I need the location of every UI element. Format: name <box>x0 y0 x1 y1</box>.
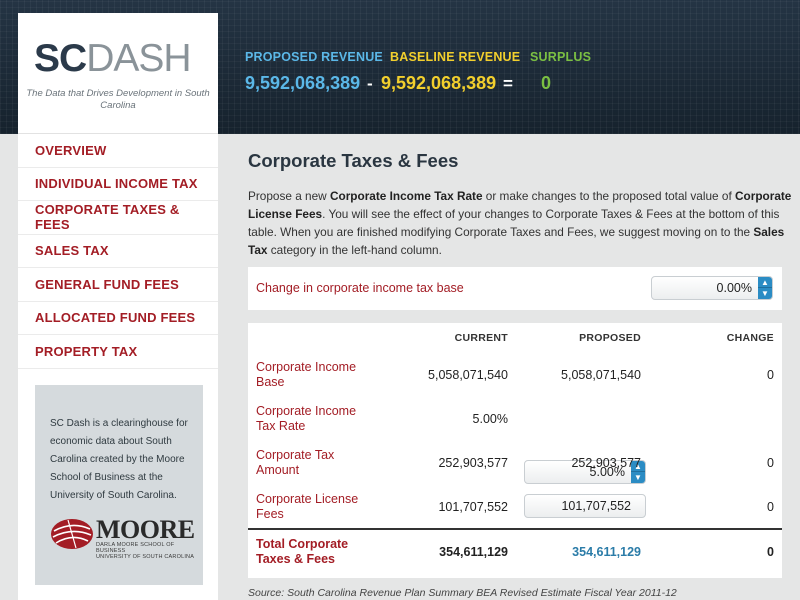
intro-paragraph: Propose a new Corporate Income Tax Rate … <box>248 187 793 259</box>
tax-base-change-stepper[interactable]: 0.00% ▲ ▼ <box>651 276 773 300</box>
surplus-label: SURPLUS <box>530 50 592 64</box>
row-proposed: 252,903,577 <box>571 456 641 470</box>
row-name: Corporate Income Tax Rate <box>256 404 357 433</box>
nav-item-property-tax[interactable]: PROPERTY TAX <box>18 335 218 369</box>
col-header-change: CHANGE <box>726 332 774 344</box>
row-current: 5.00% <box>472 412 508 426</box>
baseline-revenue-label: BASELINE REVENUE <box>390 50 521 64</box>
total-proposed: 354,611,129 <box>572 545 641 559</box>
row-name: Corporate Income Base <box>256 360 357 389</box>
tax-base-change-value: 0.00% <box>716 281 752 295</box>
nav-item-corporate-taxes-fees[interactable]: CORPORATE TAXES & FEES <box>18 201 218 235</box>
total-row: Total Corporate Taxes & Fees 354,611,129… <box>248 537 782 581</box>
logo-tagline: The Data that Drives Development in Sout… <box>26 88 210 111</box>
intro-text-4: category in the left-hand column. <box>267 243 442 257</box>
logo-sc-text: SC <box>34 37 87 80</box>
stepper-up-icon[interactable]: ▲ <box>758 277 772 288</box>
total-change: 0 <box>767 545 774 559</box>
license-fees-input[interactable]: 101,707,552 <box>524 494 646 518</box>
nav-item-sales-tax[interactable]: SALES TAX <box>18 235 218 268</box>
row-proposed: 5,058,071,540 <box>561 368 641 382</box>
table-row: Corporate Income Base 5,058,071,540 5,05… <box>248 360 782 404</box>
source-note: Source: South Carolina Revenue Plan Summ… <box>248 587 677 599</box>
table-row: Corporate Tax Amount 252,903,577 252,903… <box>248 448 782 492</box>
moore-sub-line-1: DARLA MOORE SCHOOL OF BUSINESS <box>96 542 175 554</box>
total-current: 354,611,129 <box>439 545 508 559</box>
moore-word: MOORE <box>96 515 195 544</box>
tax-base-panel: Change in corporate income tax base 0.00… <box>248 267 782 310</box>
row-name: Corporate Tax Amount <box>256 448 335 477</box>
intro-text-3: . You will see the effect of your change… <box>248 207 780 239</box>
row-current: 252,903,577 <box>438 456 508 470</box>
intro-text-2: or make changes to the proposed total va… <box>482 189 735 203</box>
intro-text-1: Propose a new <box>248 189 330 203</box>
sidebar-nav: OVERVIEW INDIVIDUAL INCOME TAX CORPORATE… <box>18 134 218 369</box>
page-title: Corporate Taxes & Fees <box>248 150 459 171</box>
moore-sub-line-2: UNIVERSITY OF SOUTH CAROLINA <box>96 554 195 560</box>
baseline-revenue-value: 9,592,068,389 <box>381 73 497 93</box>
moore-school-logo[interactable]: MOORE DARLA MOORE SCHOOL OF BUSINESS UNI… <box>50 515 195 560</box>
proposed-revenue-label: PROPOSED REVENUE <box>245 50 383 64</box>
moore-subtext: DARLA MOORE SCHOOL OF BUSINESS UNIVERSIT… <box>96 542 195 560</box>
tax-base-change-label: Change in corporate income tax base <box>256 281 464 295</box>
nav-item-individual-income-tax[interactable]: INDIVIDUAL INCOME TAX <box>18 168 218 201</box>
table-row: Corporate Income Tax Rate 5.00% <box>248 404 782 448</box>
revenue-totals: PROPOSED REVENUE BASELINE REVENUE SURPLU… <box>245 50 591 94</box>
minus-operator: - <box>367 73 373 93</box>
stepper-arrows: ▲ ▼ <box>758 277 772 299</box>
total-name: Total Corporate Taxes & Fees <box>256 537 349 566</box>
col-header-proposed: PROPOSED <box>579 332 641 344</box>
row-change: 0 <box>767 456 774 470</box>
sidebar: SCDASH The Data that Drives Development … <box>18 13 218 600</box>
nav-item-overview[interactable]: OVERVIEW <box>18 134 218 168</box>
nav-item-general-fund-fees[interactable]: GENERAL FUND FEES <box>18 268 218 302</box>
nav-item-allocated-fund-fees[interactable]: ALLOCATED FUND FEES <box>18 302 218 335</box>
info-box: SC Dash is a clearinghouse for economic … <box>35 385 203 585</box>
scdash-logo[interactable]: SCDASH <box>34 37 192 80</box>
license-fees-proposed-value: 101,707,552 <box>561 499 631 513</box>
stepper-down-icon[interactable]: ▼ <box>758 288 772 299</box>
total-divider <box>248 528 782 530</box>
proposed-revenue-value: 9,592,068,389 <box>245 73 361 93</box>
equals-operator: = <box>503 73 513 93</box>
logo-dash-text: DASH <box>86 37 191 80</box>
moore-globe-icon <box>51 519 93 549</box>
intro-bold-1: Corporate Income Tax Rate <box>329 189 483 203</box>
corporate-tax-table: CURRENT PROPOSED CHANGE Corporate Income… <box>248 323 782 578</box>
row-change: 0 <box>767 368 774 382</box>
info-text: SC Dash is a clearinghouse for economic … <box>50 418 188 501</box>
row-current: 101,707,552 <box>438 500 508 514</box>
logo-block[interactable]: SCDASH The Data that Drives Development … <box>18 13 218 134</box>
row-name: Corporate License Fees <box>256 492 359 521</box>
col-header-current: CURRENT <box>454 332 508 344</box>
surplus-value: 0 <box>541 73 552 93</box>
row-change: 0 <box>767 500 774 514</box>
row-current: 5,058,071,540 <box>428 368 508 382</box>
